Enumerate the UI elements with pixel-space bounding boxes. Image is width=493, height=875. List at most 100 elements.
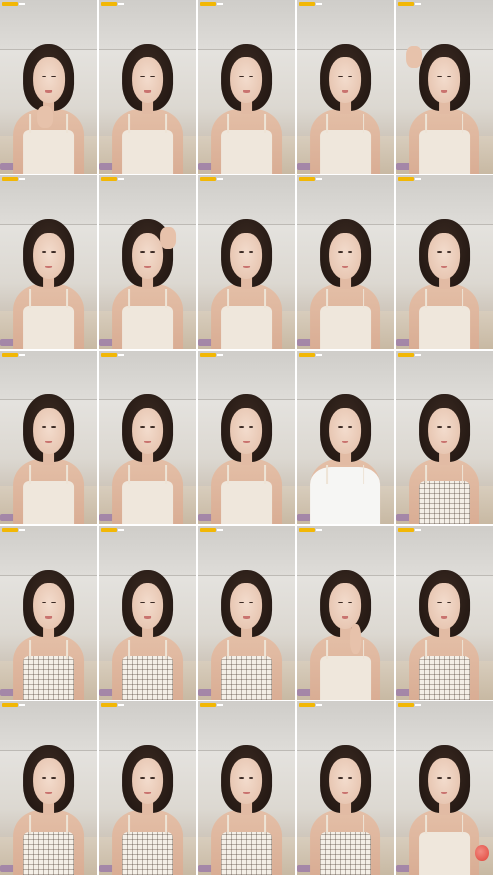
contact-sheet-grid [0, 0, 493, 875]
mouth [342, 265, 349, 268]
person-figure [108, 564, 188, 700]
mouth [441, 616, 448, 619]
left-strap [326, 289, 328, 309]
right-eye [347, 250, 353, 253]
mouth [342, 791, 349, 794]
stream-logo-badge [298, 352, 322, 357]
left-strap [128, 640, 130, 660]
person-figure [9, 214, 89, 350]
right-eye [446, 601, 452, 604]
person-figure [305, 564, 385, 700]
left-eye [338, 426, 343, 429]
right-eye [51, 776, 56, 779]
stream-logo-badge [199, 2, 223, 6]
left-strap [326, 640, 328, 660]
right-eye [347, 776, 353, 779]
left-eye [140, 601, 146, 604]
stream-logo-badge [397, 2, 421, 6]
mouth [45, 265, 52, 268]
right-eye [347, 601, 353, 604]
right-strap [362, 289, 365, 309]
video-frame-thumbnail [0, 175, 98, 350]
camisole-top [122, 305, 174, 350]
person-figure [207, 389, 287, 525]
left-strap [128, 815, 130, 835]
person-figure [305, 38, 385, 174]
mouth [243, 265, 250, 268]
right-strap [362, 464, 365, 484]
left-strap [227, 114, 229, 134]
stream-logo-badge [100, 352, 124, 357]
stream-logo-badge [2, 177, 25, 182]
video-frame-thumbnail [395, 525, 493, 700]
mouth [144, 265, 151, 268]
stream-logo-badge [100, 2, 124, 6]
stream-logo-badge [298, 177, 322, 182]
video-frame-thumbnail [197, 350, 296, 525]
camisole-top [23, 305, 75, 350]
stream-logo-badge [298, 527, 322, 532]
right-strap [66, 114, 68, 134]
face [32, 758, 65, 805]
mouth [243, 90, 250, 93]
face [329, 758, 362, 805]
video-frame-thumbnail [98, 350, 197, 525]
left-eye [437, 426, 442, 429]
camisole-top [319, 305, 371, 350]
face [230, 232, 263, 279]
right-eye [249, 426, 254, 429]
right-strap [66, 464, 68, 484]
mouth [243, 440, 250, 444]
mouth [441, 265, 448, 268]
white-top [310, 467, 381, 525]
left-strap [29, 640, 32, 660]
person-figure [404, 389, 484, 525]
left-strap [227, 289, 229, 309]
video-frame-thumbnail [296, 0, 395, 174]
mouth [144, 440, 151, 444]
face [131, 407, 164, 454]
stream-logo-badge [397, 703, 421, 708]
right-strap [264, 289, 266, 309]
person-figure [305, 739, 385, 875]
person-figure [108, 739, 188, 875]
right-eye [150, 601, 155, 604]
video-frame-thumbnail [395, 175, 493, 350]
right-strap [165, 114, 167, 134]
camisole-top [23, 481, 75, 525]
camisole-top [220, 130, 273, 174]
right-eye [150, 250, 155, 253]
face [230, 758, 263, 805]
face [428, 583, 461, 630]
right-strap [461, 114, 464, 134]
right-strap [264, 464, 266, 484]
mouth [144, 791, 151, 794]
left-eye [41, 75, 47, 78]
face [230, 407, 263, 454]
waving-hand [405, 46, 422, 69]
person-figure [108, 214, 188, 350]
person-figure [9, 38, 89, 174]
left-eye [140, 75, 146, 78]
left-eye [239, 776, 244, 779]
right-eye [347, 75, 353, 78]
plaid-top [122, 831, 174, 875]
person-figure [207, 38, 287, 174]
face [428, 232, 461, 279]
face [329, 583, 362, 630]
camisole-top [220, 305, 273, 350]
right-strap [165, 464, 167, 484]
face [428, 407, 461, 454]
right-strap [165, 640, 167, 660]
right-strap [362, 114, 365, 134]
video-frame-thumbnail [395, 701, 493, 875]
left-eye [338, 776, 343, 779]
right-eye [249, 75, 254, 78]
mouth [45, 440, 52, 444]
left-strap [425, 464, 427, 484]
right-strap [461, 815, 464, 835]
right-eye [249, 601, 254, 604]
video-frame-thumbnail [296, 175, 395, 350]
left-strap [227, 815, 229, 835]
person-figure [9, 389, 89, 525]
